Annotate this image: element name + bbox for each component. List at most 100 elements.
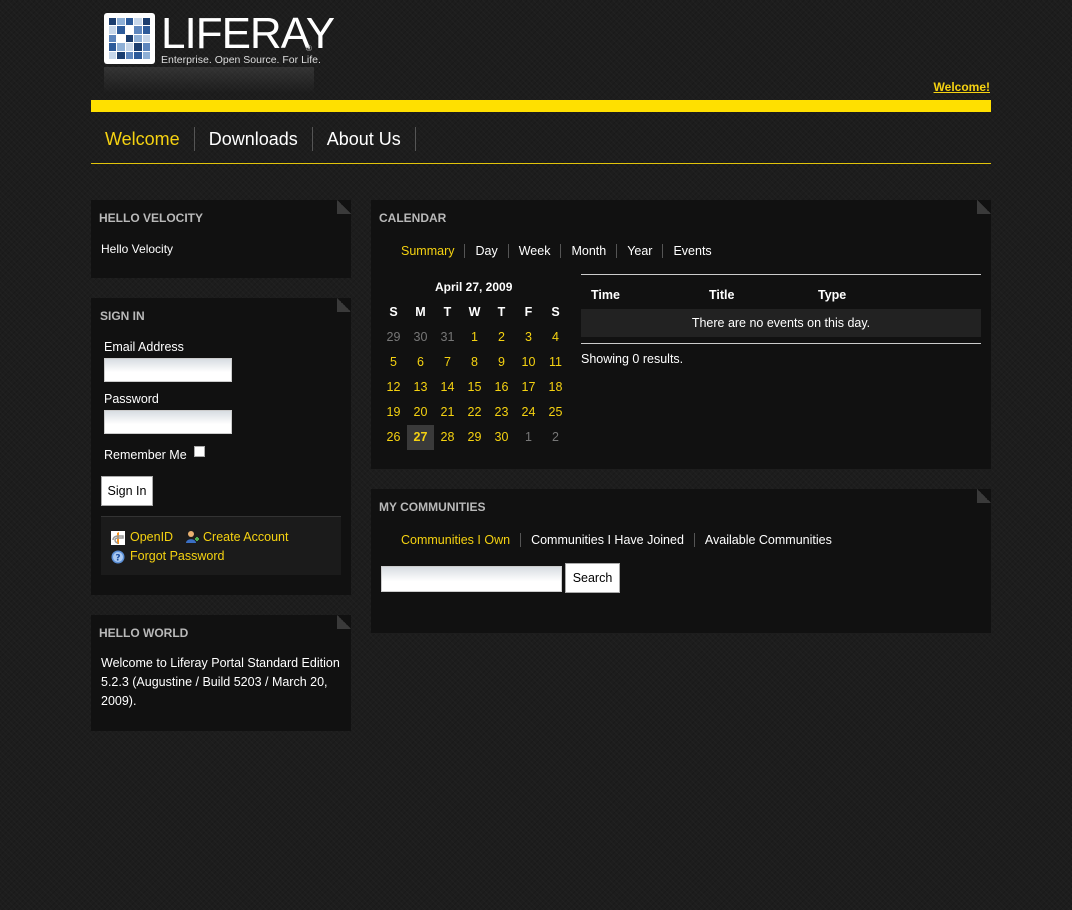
- portlet-title: CALENDAR: [379, 211, 447, 225]
- main-navigation: Welcome Downloads About Us: [91, 126, 416, 152]
- sign-in-links: OpenID Create Account ? Forgot Password: [101, 516, 341, 575]
- tab-week[interactable]: Week: [509, 244, 562, 258]
- calendar-day[interactable]: 3: [515, 325, 542, 350]
- calendar-day[interactable]: 4: [542, 325, 569, 350]
- welcome-link[interactable]: Welcome!: [934, 80, 990, 94]
- calendar-day[interactable]: 9: [488, 350, 515, 375]
- sign-in-portlet: SIGN IN Email Address Password Remember …: [91, 298, 351, 595]
- calendar-day: 29: [386, 330, 401, 344]
- nav-divider: [91, 163, 991, 164]
- calendar-day[interactable]: 11: [542, 350, 569, 375]
- calendar-day[interactable]: 14: [434, 375, 461, 400]
- remember-me-checkbox[interactable]: [194, 446, 205, 457]
- tab-month[interactable]: Month: [561, 244, 618, 258]
- tab-communities-joined[interactable]: Communities I Have Joined: [521, 533, 695, 547]
- events-table-bottom-rule: [581, 343, 981, 344]
- calendar-day[interactable]: 10: [515, 350, 542, 375]
- calendar-day[interactable]: 28: [434, 425, 461, 450]
- tab-day[interactable]: Day: [465, 244, 509, 258]
- column-header-title: Title: [709, 288, 735, 302]
- calendar-day[interactable]: 12: [380, 375, 407, 400]
- my-communities-portlet: MY COMMUNITIES Communities I Own Communi…: [371, 489, 991, 633]
- calendar-day[interactable]: 7: [434, 350, 461, 375]
- weekday-header: M: [415, 305, 426, 319]
- portlet-corner: [337, 200, 351, 214]
- nav-item-welcome[interactable]: Welcome: [91, 127, 195, 151]
- calendar-day[interactable]: 13: [407, 375, 434, 400]
- communities-search-input[interactable]: [381, 566, 562, 592]
- calendar-day[interactable]: 5: [380, 350, 407, 375]
- tab-communities-i-own[interactable]: Communities I Own: [391, 533, 522, 547]
- logo-mark: [104, 13, 155, 64]
- calendar-day[interactable]: 17: [515, 375, 542, 400]
- tab-available-communities[interactable]: Available Communities: [695, 533, 842, 547]
- calendar-day[interactable]: 30: [488, 425, 515, 450]
- header-accent-bar: [91, 100, 991, 112]
- weekday-header: F: [524, 305, 533, 319]
- email-field[interactable]: [104, 358, 232, 382]
- calendar-day[interactable]: 1: [461, 325, 488, 350]
- hello-velocity-portlet: HELLO VELOCITY Hello Velocity: [91, 200, 351, 278]
- nav-item-about-us[interactable]: About Us: [313, 127, 416, 151]
- logo-registered-mark: ®: [306, 44, 312, 53]
- calendar-day[interactable]: 19: [380, 400, 407, 425]
- calendar-day[interactable]: 26: [380, 425, 407, 450]
- portlet-title: HELLO VELOCITY: [99, 211, 204, 225]
- calendar-portlet: CALENDAR Summary Day Week Month Year Eve…: [371, 200, 991, 469]
- empty-events-message: There are no events on this day.: [581, 309, 981, 337]
- portlet-corner: [977, 489, 991, 503]
- calendar-day[interactable]: 18: [542, 375, 569, 400]
- calendar-day[interactable]: 22: [461, 400, 488, 425]
- calendar-day[interactable]: 20: [407, 400, 434, 425]
- weekday-header: T: [497, 305, 506, 319]
- calendar-day[interactable]: 6: [407, 350, 434, 375]
- calendar-day: 1: [525, 430, 532, 444]
- portlet-title: HELLO WORLD: [99, 626, 189, 640]
- weekday-header: T: [443, 305, 452, 319]
- sign-in-button[interactable]: Sign In: [101, 476, 153, 506]
- calendar-day[interactable]: 23: [488, 400, 515, 425]
- forgot-password-link[interactable]: Forgot Password: [130, 549, 224, 563]
- hello-world-portlet: HELLO WORLD Welcome to Liferay Portal St…: [91, 615, 351, 731]
- portlet-corner: [977, 200, 991, 214]
- calendar-day[interactable]: 15: [461, 375, 488, 400]
- svg-text:?: ?: [115, 554, 120, 564]
- calendar-day[interactable]: 29: [461, 425, 488, 450]
- events-table-top-rule: [581, 274, 981, 275]
- liferay-logo: LIFERAY ® Enterprise. Open Source. For L…: [104, 9, 335, 93]
- logo-reflection: [104, 67, 314, 93]
- calendar-day: 2: [552, 430, 559, 444]
- results-count: Showing 0 results.: [581, 352, 684, 366]
- weekday-header: W: [468, 305, 481, 319]
- calendar-day[interactable]: 16: [488, 375, 515, 400]
- calendar-tabs: Summary Day Week Month Year Events: [391, 244, 722, 258]
- portlet-corner: [337, 298, 351, 312]
- tab-summary[interactable]: Summary: [391, 244, 466, 258]
- password-field[interactable]: [104, 410, 232, 434]
- tab-events[interactable]: Events: [663, 244, 721, 258]
- portlet-title: MY COMMUNITIES: [379, 500, 486, 514]
- tab-year[interactable]: Year: [617, 244, 664, 258]
- hello-world-text: Welcome to Liferay Portal Standard Editi…: [101, 656, 340, 708]
- calendar-day[interactable]: 24: [515, 400, 542, 425]
- column-header-type: Type: [818, 288, 847, 302]
- weekday-header: S: [551, 305, 560, 319]
- calendar-day[interactable]: 8: [461, 350, 488, 375]
- communities-tabs: Communities I Own Communities I Have Joi…: [391, 533, 842, 547]
- create-account-link[interactable]: Create Account: [203, 530, 288, 544]
- calendar-day: 30: [413, 330, 428, 344]
- help-icon: ?: [111, 550, 125, 564]
- search-button[interactable]: Search: [565, 563, 620, 593]
- openid-icon: [111, 531, 125, 545]
- calendar-day[interactable]: 21: [434, 400, 461, 425]
- openid-link[interactable]: OpenID: [130, 530, 173, 544]
- calendar-date-heading: April 27, 2009: [435, 280, 513, 294]
- calendar-day[interactable]: 2: [488, 325, 515, 350]
- calendar-day-selected[interactable]: 27: [407, 425, 434, 450]
- weekday-header: S: [389, 305, 398, 319]
- hello-velocity-text: Hello Velocity: [101, 242, 174, 256]
- nav-item-downloads[interactable]: Downloads: [195, 127, 313, 151]
- password-label: Password: [104, 392, 159, 406]
- calendar-day[interactable]: 25: [542, 400, 569, 425]
- mini-calendar: S M T W T F S 29 30 31 1 2 3 4 5 6 7 8 9 10 11 12 13 14 15 16 17 18…: [380, 300, 569, 450]
